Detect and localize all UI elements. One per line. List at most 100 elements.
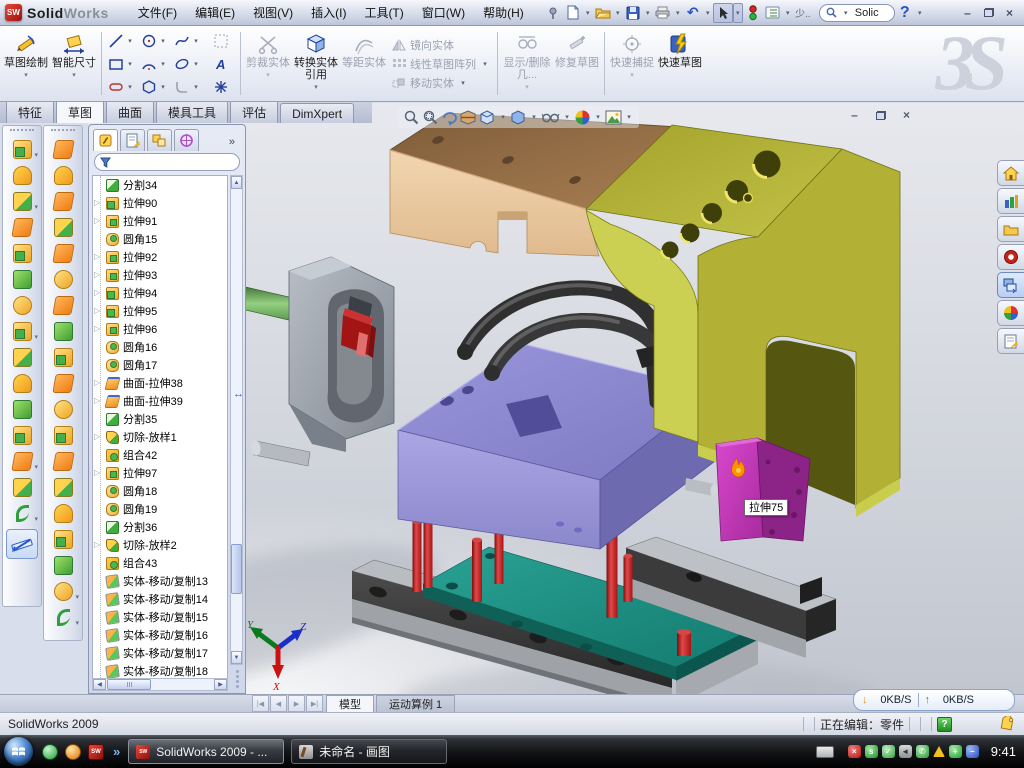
- trim-entities-button[interactable]: 剪裁实体 ▾: [244, 28, 292, 99]
- tree-item[interactable]: ▷拉伸90: [93, 194, 227, 212]
- feature-icon[interactable]: [46, 370, 80, 396]
- scroll-up-icon[interactable]: ▲: [231, 176, 242, 189]
- app-restore-button[interactable]: [980, 5, 997, 21]
- tree-item[interactable]: 圆角17: [93, 356, 227, 374]
- section-view-icon[interactable]: [460, 109, 477, 126]
- circle-tool-icon[interactable]: ▾: [138, 29, 171, 52]
- tree-item[interactable]: ▷拉伸95: [93, 302, 227, 320]
- feature-icon[interactable]: ▾: [5, 448, 39, 474]
- tray-volume-icon[interactable]: ◄: [899, 745, 912, 758]
- save-dropdown-icon[interactable]: ▾: [643, 9, 653, 17]
- linear-pattern-button[interactable]: 线性草图阵列▾: [392, 56, 490, 72]
- feature-icon[interactable]: [5, 292, 39, 318]
- reload-stoplight-icon[interactable]: [743, 3, 763, 23]
- view-orientation-icon[interactable]: [479, 109, 496, 126]
- slot-tool-icon[interactable]: ▾: [105, 75, 138, 98]
- feature-icon[interactable]: [46, 552, 80, 578]
- zoom-area-icon[interactable]: [422, 109, 439, 126]
- propertymanager-tab[interactable]: [120, 129, 145, 151]
- open-button[interactable]: [593, 3, 613, 23]
- feature-icon[interactable]: [46, 214, 80, 240]
- point-tool-icon[interactable]: [204, 75, 237, 98]
- tree-item[interactable]: 圆角16: [93, 338, 227, 356]
- menu-insert[interactable]: 插入(I): [302, 0, 355, 25]
- menu-help[interactable]: 帮助(H): [474, 0, 533, 25]
- appearances-scenes-tab[interactable]: [997, 300, 1024, 326]
- tree-item[interactable]: ▷曲面-拉伸39: [93, 392, 227, 410]
- save-button[interactable]: [623, 3, 643, 23]
- new-dropdown-icon[interactable]: ▾: [583, 9, 593, 17]
- menu-window[interactable]: 窗口(W): [413, 0, 474, 25]
- scroll-down-icon[interactable]: ▼: [231, 651, 242, 664]
- menu-edit[interactable]: 编辑(E): [186, 0, 244, 25]
- measure-tool-button-pressed[interactable]: [6, 529, 38, 559]
- rotate-view-icon[interactable]: [441, 109, 458, 126]
- feature-icon[interactable]: [46, 448, 80, 474]
- new-document-button[interactable]: [563, 3, 583, 23]
- expand-icon[interactable]: ▷: [94, 468, 100, 477]
- scrollbar-thumb[interactable]: [231, 544, 242, 594]
- view-orientation-dropdown-icon[interactable]: ▾: [498, 113, 508, 121]
- feature-icon[interactable]: [5, 370, 39, 396]
- tree-item[interactable]: ▷切除-放样2: [93, 536, 227, 554]
- print-button[interactable]: [653, 3, 673, 23]
- tray-update-icon[interactable]: ✓: [882, 745, 895, 758]
- start-button[interactable]: [4, 737, 33, 766]
- feature-icon[interactable]: ▾: [5, 188, 39, 214]
- feature-icon[interactable]: [5, 474, 39, 500]
- expand-icon[interactable]: ▷: [94, 324, 100, 333]
- feature-icon[interactable]: [5, 162, 39, 188]
- scrollbar-thumb[interactable]: [107, 679, 151, 690]
- expand-icon[interactable]: ▷: [94, 252, 100, 261]
- apply-scene-icon[interactable]: [605, 110, 622, 125]
- model-tab[interactable]: 模型: [326, 695, 374, 712]
- expand-icon[interactable]: ▷: [94, 396, 100, 405]
- solidworks-search-tab[interactable]: [997, 244, 1024, 270]
- file-explorer-tab[interactable]: [997, 216, 1024, 242]
- quick-snaps-button[interactable]: 快速捕捉 ▾: [608, 28, 656, 99]
- doc-minimize-button[interactable]: –: [846, 107, 863, 123]
- feature-icon[interactable]: ▾: [5, 500, 39, 526]
- dimxpertmanager-tab[interactable]: [174, 129, 199, 151]
- sketch-dropdown-icon[interactable]: ▾: [24, 70, 28, 82]
- pin-icon[interactable]: [543, 3, 563, 23]
- tray-network-warning-icon[interactable]: [933, 746, 945, 757]
- tray-shield-icon[interactable]: s: [865, 745, 878, 758]
- feature-icon[interactable]: [46, 344, 80, 370]
- doc-restore-button[interactable]: [872, 107, 889, 123]
- line-tool-icon[interactable]: ▾: [105, 29, 138, 52]
- arc-tool-icon[interactable]: ▾: [138, 52, 171, 75]
- tree-item[interactable]: 组合43: [93, 554, 227, 572]
- tree-item[interactable]: 组合42: [93, 446, 227, 464]
- search-dropdown-icon[interactable]: ▾: [841, 9, 851, 17]
- mirror-entities-button[interactable]: 镜向实体: [392, 37, 490, 53]
- tree-item[interactable]: 实体-移动/复制14: [93, 590, 227, 608]
- expand-icon[interactable]: ▷: [94, 216, 100, 225]
- tree-item[interactable]: 实体-移动/复制17: [93, 644, 227, 662]
- feature-icon[interactable]: [46, 266, 80, 292]
- zoom-fit-icon[interactable]: [403, 109, 420, 126]
- appearances-icon[interactable]: [574, 109, 591, 126]
- options-dropdown-icon[interactable]: ▾: [783, 9, 793, 17]
- tree-item[interactable]: 圆角18: [93, 482, 227, 500]
- quick-snaps-dropdown-icon[interactable]: ▾: [630, 70, 634, 82]
- help-dropdown-icon[interactable]: ▾: [915, 9, 925, 17]
- feature-icon[interactable]: [5, 266, 39, 292]
- convert-entities-button[interactable]: 转换实体引用 ▾: [292, 28, 340, 99]
- move-entities-button[interactable]: 移动实体▾: [392, 75, 490, 91]
- tree-horizontal-scrollbar[interactable]: ◀ ▶: [92, 678, 228, 691]
- tree-item[interactable]: 实体-移动/复制16: [93, 626, 227, 644]
- custom-properties-tab[interactable]: [997, 328, 1024, 354]
- tree-item[interactable]: ▷曲面-拉伸38: [93, 374, 227, 392]
- scroll-right-icon[interactable]: ▶: [214, 679, 227, 690]
- hide-show-dropdown-icon[interactable]: ▾: [562, 113, 572, 121]
- feature-icon[interactable]: [46, 500, 80, 526]
- feature-icon[interactable]: [5, 240, 39, 266]
- display-relations-dropdown-icon[interactable]: ▾: [525, 82, 529, 94]
- display-style-dropdown-icon[interactable]: ▾: [529, 113, 539, 121]
- tab-dimxpert[interactable]: DimXpert: [280, 103, 354, 123]
- configurationmanager-tab[interactable]: [147, 129, 172, 151]
- selection-box-icon[interactable]: [204, 29, 237, 52]
- apply-scene-dropdown-icon[interactable]: ▾: [624, 113, 634, 121]
- first-tab-button[interactable]: |◀: [252, 695, 269, 712]
